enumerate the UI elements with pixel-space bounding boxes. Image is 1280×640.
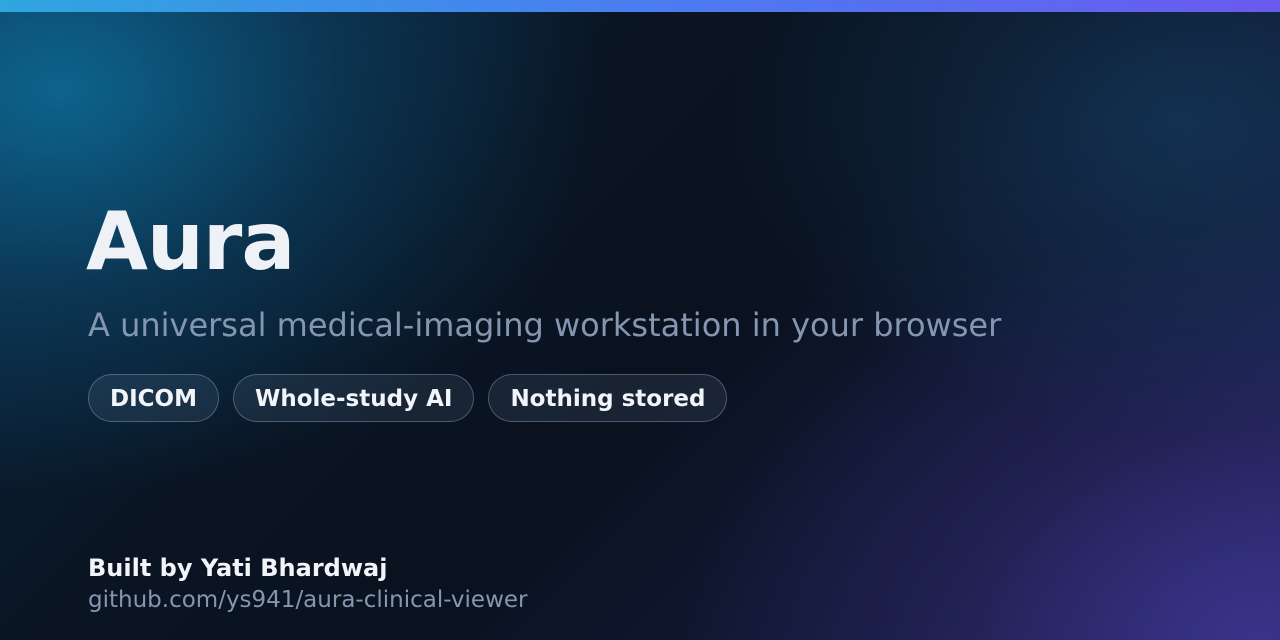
tag-list: DICOM Whole-study AI Nothing stored [88, 374, 728, 422]
repository-link[interactable]: github.com/ys941/aura-clinical-viewer [88, 585, 527, 615]
accent-bar [0, 0, 1280, 12]
tag-whole-study-ai: Whole-study AI [232, 374, 475, 422]
tag-nothing-stored: Nothing stored [488, 374, 728, 422]
social-preview-card: Aura A universal medical-imaging worksta… [0, 0, 1280, 640]
page-title: Aura [86, 195, 295, 288]
tag-dicom: DICOM [88, 374, 219, 422]
page-subtitle: A universal medical-imaging workstation … [88, 306, 1002, 344]
author-byline: Built by Yati Bhardwaj [88, 554, 388, 582]
